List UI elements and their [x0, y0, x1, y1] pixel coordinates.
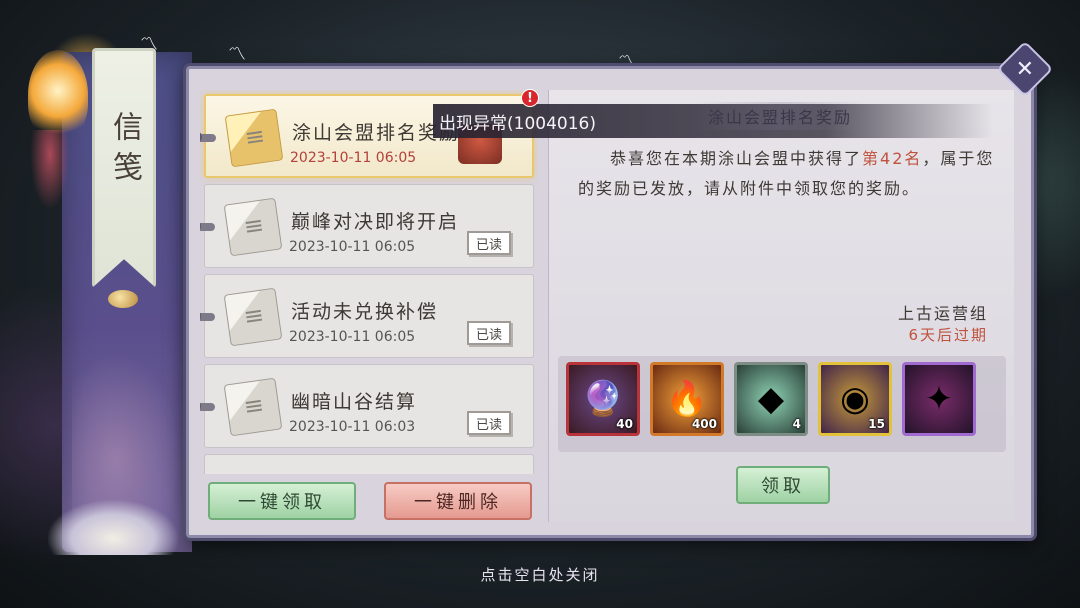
attachment-item[interactable]: ◆ 4: [734, 362, 808, 436]
letter-icon: [223, 377, 283, 437]
tassel-decoration: [30, 130, 70, 210]
bell-icon: [108, 290, 138, 308]
read-badge: 已读: [467, 411, 511, 435]
attachment-item[interactable]: ◉ 15: [818, 362, 892, 436]
letter-icon: [223, 287, 283, 347]
mail-title: 幽暗山谷结算: [291, 391, 418, 413]
lantern-icon: [28, 50, 88, 140]
mail-detail-title: 涂山会盟排名奖励: [692, 102, 868, 130]
mail-tab-label: 信笺: [107, 111, 142, 191]
mail-title: 活动未兑换补偿: [291, 301, 439, 323]
mail-date: 2023-10-11 06:03: [289, 419, 416, 435]
attachment-item[interactable]: 🔥 400: [650, 362, 724, 436]
mail-date: 2023-10-11 06:05: [289, 239, 416, 255]
pin-icon: [200, 310, 215, 322]
attachment-item[interactable]: 🔮 40: [566, 362, 640, 436]
mail-item[interactable]: 活动未兑换补偿 2023-10-11 06:05 已读: [200, 274, 534, 358]
pin-icon: [200, 220, 215, 232]
temple-decoration: [48, 500, 178, 555]
claim-button[interactable]: 领取: [736, 466, 830, 504]
item-count: 4: [792, 417, 801, 431]
body-text: 恭喜您在本期涂山会盟中获得了: [610, 149, 863, 168]
pin-icon: [200, 400, 215, 412]
mail-expiry: 6天后过期: [908, 326, 988, 344]
alert-icon: !: [521, 89, 539, 107]
mail-list[interactable]: 涂山会盟排名奖励 2023-10-11 06:05 巅峰对决即将开启 2023-…: [200, 90, 538, 474]
item-count: 15: [868, 417, 885, 431]
item-count: 40: [616, 417, 633, 431]
bird-icon: 〽: [228, 44, 246, 65]
rank-highlight: 第42名: [862, 149, 923, 168]
item-count: 400: [691, 417, 717, 431]
claim-all-button[interactable]: 一键领取: [208, 482, 356, 520]
mail-sender: 上古运营组: [897, 304, 988, 323]
mail-title: 巅峰对决即将开启: [291, 211, 460, 233]
mail-item[interactable]: [204, 454, 534, 474]
mail-item[interactable]: 巅峰对决即将开启 2023-10-11 06:05 已读: [200, 184, 534, 268]
close-icon: ✕: [1015, 56, 1035, 82]
close-hint: 点击空白处关闭: [480, 566, 600, 584]
read-badge: 已读: [467, 321, 511, 345]
mail-tab[interactable]: 信笺: [92, 48, 156, 288]
letter-icon: [224, 108, 284, 168]
letter-icon: [223, 197, 283, 257]
mail-date: 2023-10-11 06:05: [289, 329, 416, 345]
mail-detail-body: 恭喜您在本期涂山会盟中获得了第42名，属于您的奖励已发放，请从附件中领取您的奖励…: [578, 144, 996, 204]
delete-all-button[interactable]: 一键删除: [384, 482, 532, 520]
attachment-item[interactable]: ✦: [902, 362, 976, 436]
read-badge: 已读: [467, 231, 511, 255]
error-message: 出现异常(1004016): [439, 113, 596, 134]
mail-item[interactable]: 幽暗山谷结算 2023-10-11 06:03 已读: [200, 364, 534, 448]
pin-icon: [200, 131, 216, 143]
purple-scene-icon: ✦: [924, 379, 954, 419]
mail-date: 2023-10-11 06:05: [290, 150, 417, 166]
